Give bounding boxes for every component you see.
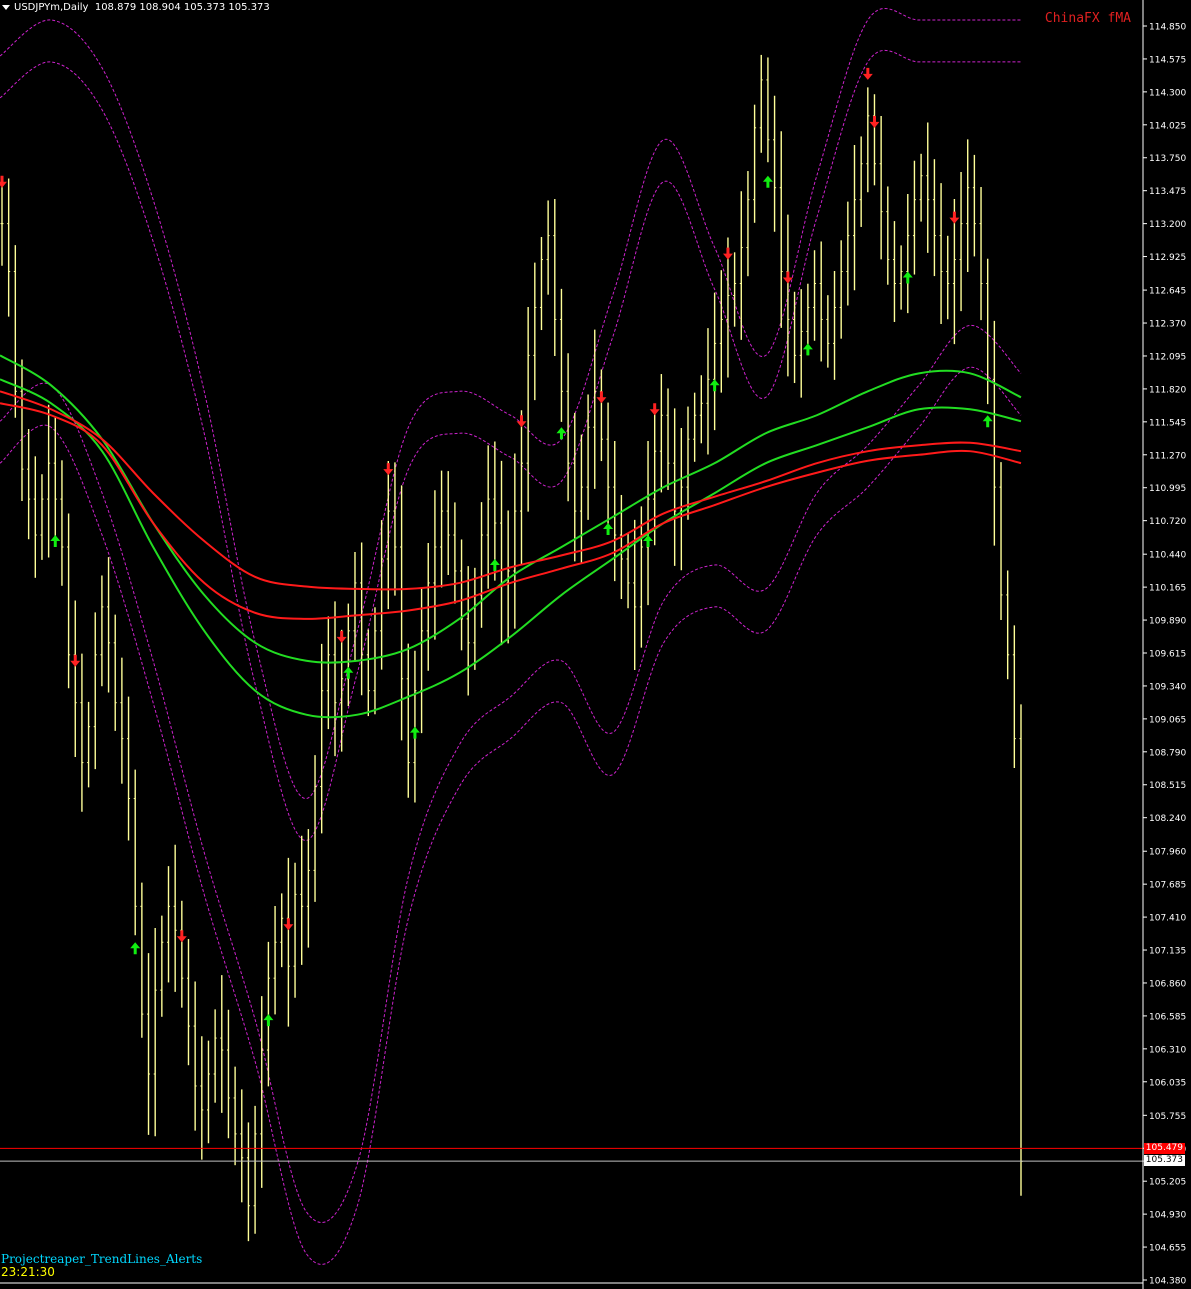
y-tick-label: 108.515 (1149, 781, 1186, 791)
y-tick-label: 104.380 (1149, 1277, 1186, 1287)
brand-label: ChinaFX fMA (1044, 11, 1131, 26)
down-arrow-icon (949, 211, 960, 224)
y-tick-label: 114.025 (1149, 121, 1186, 131)
up-arrow-icon (409, 726, 420, 739)
y-tick-label: 113.475 (1149, 187, 1186, 197)
up-arrow-icon (50, 535, 61, 548)
down-arrow-icon (283, 918, 294, 931)
bid-price-tag: 105.479 (1143, 1143, 1185, 1154)
y-tick-label: 107.410 (1149, 914, 1186, 924)
ma-red-slow-line (0, 402, 1022, 620)
up-arrow-icon (556, 427, 567, 440)
y-tick-label: 107.135 (1149, 947, 1186, 957)
y-tick-label: 110.440 (1149, 551, 1186, 561)
y-tick-label: 111.270 (1149, 451, 1186, 461)
up-arrow-icon (802, 343, 813, 356)
up-arrow-icon (603, 523, 614, 536)
y-tick-label: 112.925 (1149, 253, 1186, 263)
indicator-name: Projectreaper_TrendLines_Alerts (1, 1252, 203, 1266)
price-lines (0, 1147, 1145, 1162)
y-tick-label: 114.575 (1149, 55, 1186, 65)
ma-green-fast-line (0, 354, 1022, 664)
down-arrow-icon (596, 391, 607, 404)
down-arrow-icon (862, 67, 873, 80)
y-tick-label: 104.655 (1149, 1244, 1186, 1254)
y-tick-label: 110.165 (1149, 584, 1186, 594)
down-arrow-icon (869, 115, 880, 128)
signal-arrows (0, 67, 993, 1027)
y-tick-label: 114.300 (1149, 88, 1186, 98)
down-arrow-icon (336, 630, 347, 643)
up-arrow-icon (902, 271, 913, 284)
y-tick-label: 111.545 (1149, 418, 1186, 428)
y-tick-label: 107.960 (1149, 848, 1186, 858)
up-arrow-icon (489, 558, 500, 571)
up-arrow-icon (263, 1014, 274, 1027)
y-tick-label: 114.850 (1149, 23, 1186, 33)
y-tick-label: 113.750 (1149, 154, 1186, 164)
y-tick-label: 108.790 (1149, 748, 1186, 758)
y-tick-label: 113.200 (1149, 220, 1186, 230)
up-arrow-icon (982, 415, 993, 428)
ohlc-text: 108.879 108.904 105.373 105.373 (94, 2, 270, 13)
y-tick-label: 106.310 (1149, 1045, 1186, 1055)
chart-header: USDJPYm,Daily 108.879 108.904 105.373 10… (2, 2, 270, 13)
y-tick-label: 112.370 (1149, 320, 1186, 330)
y-tick-label: 109.340 (1149, 682, 1186, 692)
y-tick-label: 109.065 (1149, 715, 1186, 725)
last-price-tag: 105.373 (1143, 1155, 1185, 1166)
symbol-text: USDJPYm,Daily (14, 2, 89, 13)
y-tick-label: 110.720 (1149, 517, 1186, 527)
price-axis: 114.850 114.575 114.300 114.025 113.750 113.4… (0, 0, 1186, 1289)
y-tick-label: 106.585 (1149, 1012, 1186, 1022)
down-arrow-icon (649, 403, 660, 416)
down-arrow-icon (383, 463, 394, 476)
envelope-band-line (0, 366, 1022, 1265)
y-tick-label: 110.995 (1149, 484, 1186, 494)
up-arrow-icon (130, 942, 141, 955)
y-tick-label: 108.240 (1149, 814, 1186, 824)
y-tick-label: 109.890 (1149, 617, 1186, 627)
y-tick-label: 112.645 (1149, 287, 1186, 297)
y-tick-label: 105.755 (1149, 1112, 1186, 1122)
ma-green-slow-line (0, 378, 1022, 719)
down-arrow-icon (0, 175, 7, 188)
down-arrow-icon (70, 654, 81, 667)
up-arrow-icon (762, 175, 773, 188)
down-arrow-icon (176, 930, 187, 943)
y-tick-label: 107.685 (1149, 881, 1186, 891)
up-arrow-icon (343, 666, 354, 679)
y-tick-label: 104.930 (1149, 1211, 1186, 1221)
up-arrow-icon (709, 379, 720, 392)
down-arrow-icon (516, 415, 527, 428)
y-tick-label: 106.035 (1149, 1078, 1186, 1088)
ma-red-fast-line (0, 390, 1022, 591)
y-tick-label: 105.205 (1149, 1178, 1186, 1188)
indicator-time: 23:21:30 (1, 1265, 55, 1279)
candles (0, 54, 1023, 1242)
y-tick-label: 109.615 (1149, 650, 1186, 660)
y-tick-label: 106.860 (1149, 979, 1186, 989)
price-chart[interactable]: 114.850 114.575 114.300 114.025 113.750 113.4… (0, 0, 1191, 1289)
y-tick-label: 112.095 (1149, 352, 1186, 362)
moving-averages (0, 354, 1022, 719)
y-tick-label: 111.820 (1149, 385, 1186, 395)
down-arrow-icon (722, 247, 733, 260)
dropdown-triangle-icon[interactable] (2, 4, 10, 10)
